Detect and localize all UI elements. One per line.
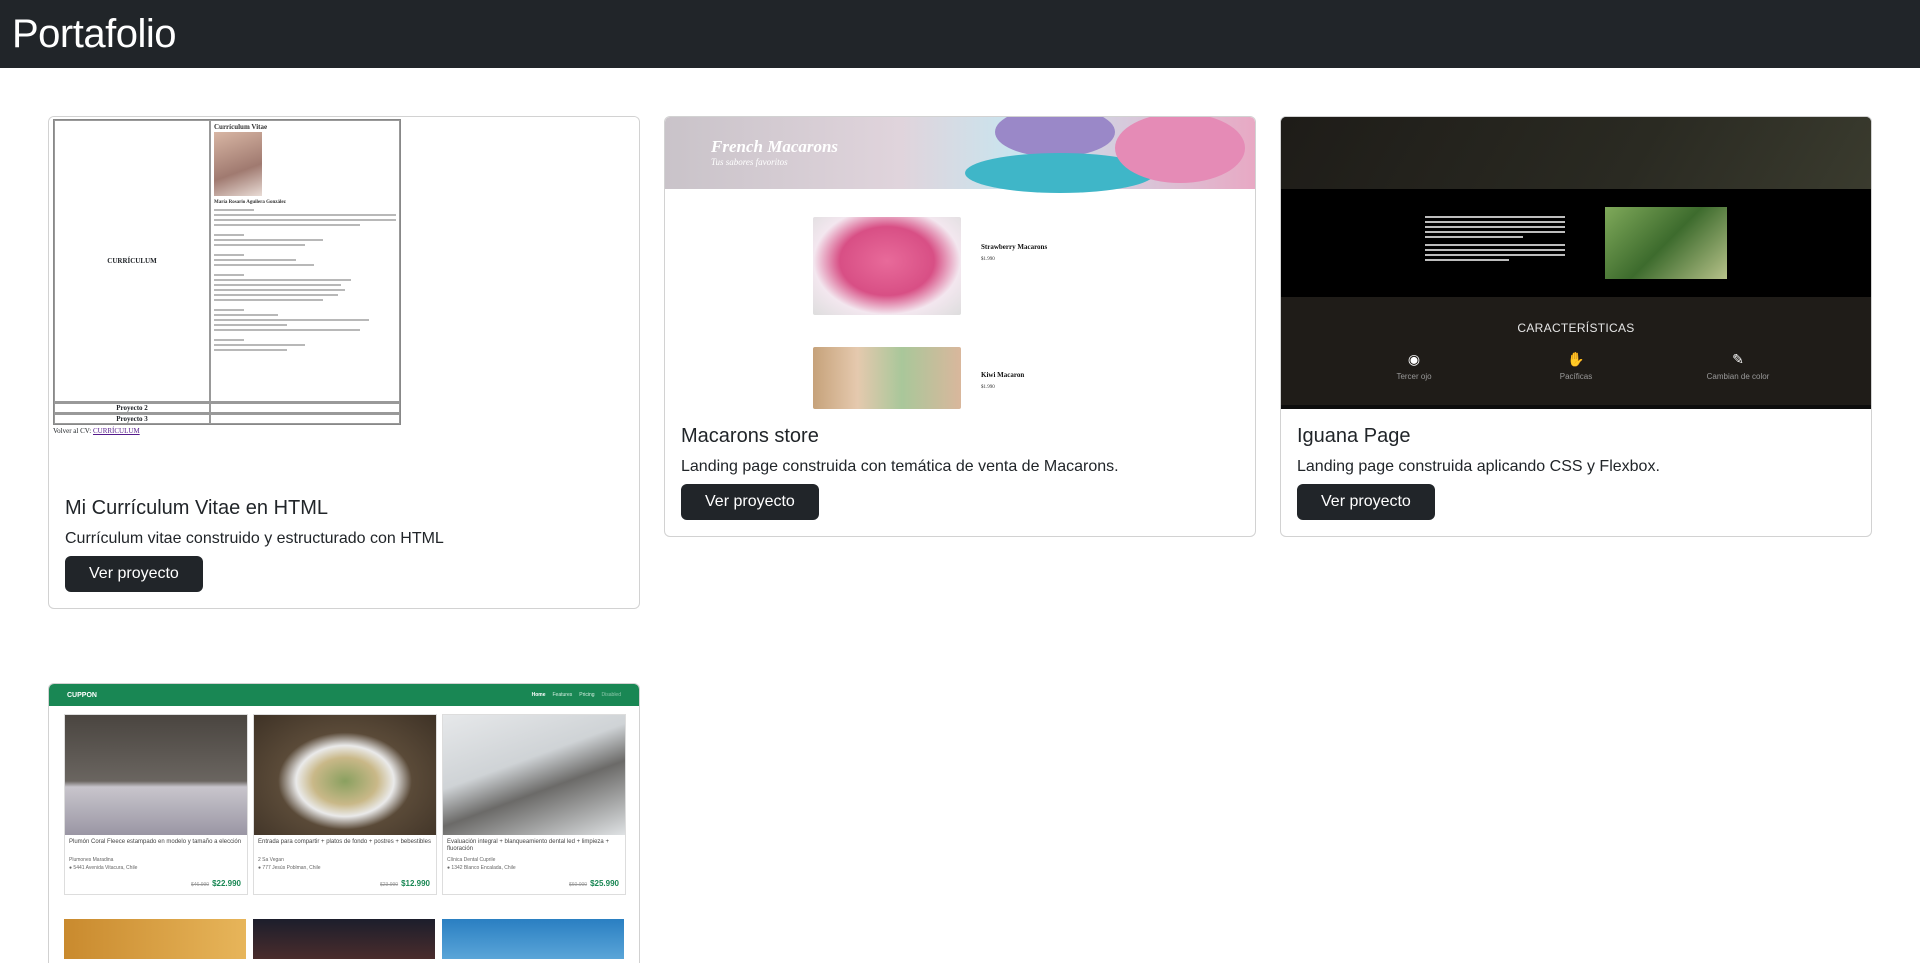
cuppon-deal-card: Entrada para compartir + platos de fondo… <box>253 714 437 895</box>
deal-image <box>64 919 246 959</box>
macaron-name-kiwi: Kiwi Macaron <box>981 371 1025 379</box>
iguana-text-block <box>1425 213 1565 264</box>
project-card-cv: CURRÍCULUM Currículum Vitae María Rosari… <box>48 116 640 609</box>
deal-old-price: $46.990 <box>191 882 210 888</box>
cv-back-text: Volver al CV: <box>53 427 92 435</box>
macarons-hero: French Macarons Tus sabores favoritos <box>665 117 1255 193</box>
cv-left-heading: CURRÍCULUM <box>54 120 210 402</box>
project-card-macarons: French Macarons Tus sabores favoritos St… <box>664 116 1256 537</box>
project-title: Mi Currículum Vitae en HTML <box>65 497 329 519</box>
cv-row-proyecto-3: Proyecto 3 <box>54 414 210 424</box>
cuppon-deal-card: Evaluación integral + blanqueamiento den… <box>442 714 626 895</box>
cuppon-nav-features: Features <box>552 692 573 698</box>
project-card-iguana: CARACTERÍSTICAS ◉ Tercer ojo ✋ Pacíficas… <box>1280 116 1872 537</box>
project-preview-iguana: CARACTERÍSTICAS ◉ Tercer ojo ✋ Pacíficas… <box>1281 117 1871 409</box>
deal-old-price: $60.000 <box>569 882 588 888</box>
iguana-hero <box>1281 117 1871 189</box>
deal-address: 5441 Avenida Vitacura, Chile <box>73 865 138 871</box>
deal-shop: 2 Sa Vegan <box>258 857 284 863</box>
deal-price: $22.990 <box>212 879 241 888</box>
macaron-name-strawberry: Strawberry Macarons <box>981 243 1048 251</box>
view-project-button[interactable]: Ver proyecto <box>1297 484 1435 520</box>
deal-price: $12.990 <box>401 879 430 888</box>
cv-back-link[interactable]: CURRÍCULUM <box>93 427 140 435</box>
iguana-feature-label: Cambian de color <box>1706 372 1770 381</box>
project-preview-cuppon: CUPPON Home Features Pricing Disabled Pl… <box>49 684 639 959</box>
paintbrush-icon: ✎ <box>1732 351 1744 367</box>
deal-title: Evaluación integral + blanqueamiento den… <box>447 839 609 852</box>
project-description: Landing page construida aplicando CSS y … <box>1297 458 1660 475</box>
cuppon-navbar: CUPPON Home Features Pricing Disabled <box>49 684 639 706</box>
deal-shop: Plumones Maradina <box>69 857 114 863</box>
top-navbar: Portafolio <box>0 0 1920 68</box>
deal-image <box>254 715 436 835</box>
macarons-hero-subtitle: Tus sabores favoritos <box>711 157 788 167</box>
navbar-brand[interactable]: Portafolio <box>12 12 176 57</box>
macaron-image-strawberry <box>813 217 961 315</box>
iguana-feature-label: Tercer ojo <box>1396 372 1432 381</box>
iguana-features-title: CARACTERÍSTICAS <box>1517 321 1635 335</box>
macaron-image-kiwi <box>813 347 961 409</box>
cuppon-nav-pricing: Pricing <box>579 692 595 698</box>
deal-image <box>253 919 435 959</box>
deal-shop: Clínica Dental Cuprile <box>447 857 496 863</box>
cuppon-brand: CUPPON <box>67 691 97 699</box>
project-preview-cv: CURRÍCULUM Currículum Vitae María Rosari… <box>49 117 639 481</box>
eye-icon: ◉ <box>1407 351 1421 367</box>
view-project-button[interactable]: Ver proyecto <box>681 484 819 520</box>
deal-title: Plumón Coral Fleece estampado en modelo … <box>69 839 242 845</box>
macarons-hero-title: French Macarons <box>711 137 839 156</box>
deal-address: 1342 Blanco Encalada, Chile <box>451 865 516 871</box>
view-project-button[interactable]: Ver proyecto <box>65 556 203 592</box>
cv-name: María Rosario Aguilera González <box>214 200 286 205</box>
cv-photo <box>214 132 262 196</box>
iguana-feature-label: Pacíficas <box>1559 372 1593 381</box>
cuppon-nav-disabled: Disabled <box>601 692 621 698</box>
cv-row-proyecto-2: Proyecto 2 <box>54 403 210 413</box>
cv-title: Currículum Vitae <box>214 123 268 131</box>
deal-old-price: $23.990 <box>380 882 399 888</box>
project-description: Currículum vitae construido y estructura… <box>65 530 444 547</box>
deal-image <box>65 715 247 835</box>
project-description: Landing page construida con temática de … <box>681 458 1119 475</box>
deal-image <box>442 919 624 959</box>
iguana-image <box>1605 207 1727 279</box>
cuppon-nav-home: Home <box>531 692 546 698</box>
map-pin-icon: ● <box>69 865 73 871</box>
map-pin-icon: ● <box>258 865 262 871</box>
deal-title: Entrada para compartir + platos de fondo… <box>258 839 431 845</box>
macaron-price-kiwi: $1.990 <box>981 385 995 390</box>
hand-icon: ✋ <box>1567 351 1585 367</box>
macaron-price-strawberry: $1.990 <box>981 257 995 262</box>
deal-price: $25.990 <box>590 879 619 888</box>
project-title: Iguana Page <box>1297 425 1411 447</box>
project-card-cuppon: CUPPON Home Features Pricing Disabled Pl… <box>48 683 640 963</box>
iguana-features: CARACTERÍSTICAS ◉ Tercer ojo ✋ Pacíficas… <box>1281 297 1871 409</box>
project-title: Macarons store <box>681 425 819 447</box>
project-preview-macarons: French Macarons Tus sabores favoritos St… <box>665 117 1255 409</box>
deal-address: 777 Jesús Poblman, Chile <box>262 865 321 871</box>
deal-image <box>443 715 625 835</box>
cuppon-deal-card: Plumón Coral Fleece estampado en modelo … <box>64 714 248 895</box>
map-pin-icon: ● <box>447 865 451 871</box>
